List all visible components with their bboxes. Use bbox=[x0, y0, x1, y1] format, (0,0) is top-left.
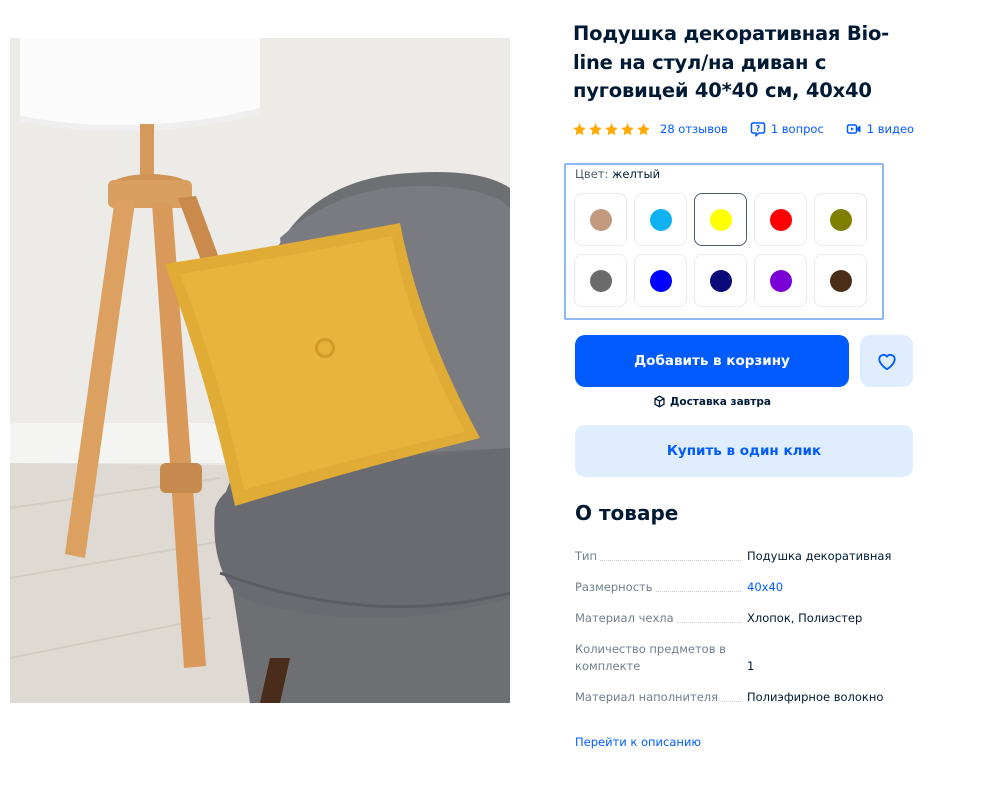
spec-list: Тип Подушка декоративная Размерность 40х40 М… bbox=[575, 548, 920, 720]
videos-count: 1 видео bbox=[866, 122, 915, 136]
star-icon bbox=[621, 122, 634, 135]
color-dot bbox=[589, 269, 612, 292]
color-swatch[interactable] bbox=[694, 254, 747, 307]
star-icon bbox=[573, 122, 586, 135]
heart-icon bbox=[877, 354, 896, 371]
buy-one-click-button[interactable]: Купить в один клик bbox=[575, 425, 913, 477]
color-swatch[interactable] bbox=[814, 193, 867, 246]
question-bubble-icon: ? bbox=[750, 121, 766, 137]
product-title: Подушка декоративная Bio-line на стул/на… bbox=[573, 22, 890, 102]
spec-key: Материал чехла bbox=[575, 610, 747, 627]
color-dot bbox=[829, 269, 852, 292]
spec-value: Хлопок, Полиэстер bbox=[747, 611, 863, 625]
star-icon bbox=[605, 122, 618, 135]
color-dot bbox=[769, 269, 792, 292]
product-photo-illustration bbox=[10, 38, 510, 703]
spec-value: 1 bbox=[747, 659, 755, 673]
color-swatches bbox=[574, 193, 867, 307]
reviews-count: 28 отзывов bbox=[660, 122, 728, 136]
color-label: Цвет: желтый bbox=[575, 167, 661, 181]
color-dot bbox=[589, 208, 612, 231]
color-swatch[interactable] bbox=[694, 193, 747, 246]
color-dot bbox=[709, 208, 732, 231]
spec-key: Размерность bbox=[575, 579, 747, 596]
spec-key: Материал наполнителя bbox=[575, 689, 747, 706]
spec-key: Количество предметов в комплекте bbox=[575, 641, 747, 675]
color-swatch[interactable] bbox=[814, 254, 867, 307]
spec-key: Тип bbox=[575, 548, 747, 565]
spec-row: Размерность 40х40 bbox=[575, 579, 920, 596]
spec-value: Полиэфирное волокно bbox=[747, 690, 884, 704]
star-icon bbox=[589, 122, 602, 135]
color-selector: Цвет: желтый bbox=[564, 163, 884, 320]
svg-text:?: ? bbox=[755, 124, 760, 133]
color-dot bbox=[709, 269, 732, 292]
reviews-link[interactable]: 28 отзывов bbox=[660, 122, 728, 136]
video-camera-icon bbox=[846, 121, 862, 137]
delivery-text: Доставка завтра bbox=[670, 395, 771, 408]
favorite-button[interactable] bbox=[860, 335, 913, 387]
product-meta: 28 отзывов ? 1 вопрос 1 видео bbox=[572, 120, 914, 138]
color-swatch[interactable] bbox=[574, 193, 627, 246]
spec-row: Материал наполнителя Полиэфирное волокно bbox=[575, 689, 920, 706]
product-image[interactable] bbox=[10, 38, 510, 703]
spec-row: Количество предметов в комплекте 1 bbox=[575, 641, 920, 675]
videos-link[interactable]: 1 видео bbox=[846, 121, 914, 137]
spec-row: Тип Подушка декоративная bbox=[575, 548, 920, 565]
box-icon bbox=[654, 395, 665, 408]
questions-count: 1 вопрос bbox=[770, 122, 824, 136]
color-swatch[interactable] bbox=[634, 193, 687, 246]
about-heading: О товаре bbox=[575, 501, 679, 525]
color-dot bbox=[769, 208, 792, 231]
goto-description-link[interactable]: Перейти к описанию bbox=[575, 735, 701, 749]
questions-link[interactable]: ? 1 вопрос bbox=[750, 121, 824, 137]
color-swatch[interactable] bbox=[754, 193, 807, 246]
color-swatch[interactable] bbox=[634, 254, 687, 307]
star-icon bbox=[637, 122, 650, 135]
spec-row: Материал чехла Хлопок, Полиэстер bbox=[575, 610, 920, 627]
color-dot bbox=[649, 269, 672, 292]
color-swatch[interactable] bbox=[754, 254, 807, 307]
add-to-cart-button[interactable]: Добавить в корзину bbox=[575, 335, 849, 387]
selected-color: желтый bbox=[612, 167, 661, 181]
color-dot bbox=[829, 208, 852, 231]
color-swatch[interactable] bbox=[574, 254, 627, 307]
delivery-info: Доставка завтра bbox=[575, 395, 849, 408]
color-dot bbox=[649, 208, 672, 231]
spec-value: Подушка декоративная bbox=[747, 549, 892, 563]
rating-stars[interactable] bbox=[572, 122, 651, 137]
spec-value[interactable]: 40х40 bbox=[747, 579, 783, 596]
